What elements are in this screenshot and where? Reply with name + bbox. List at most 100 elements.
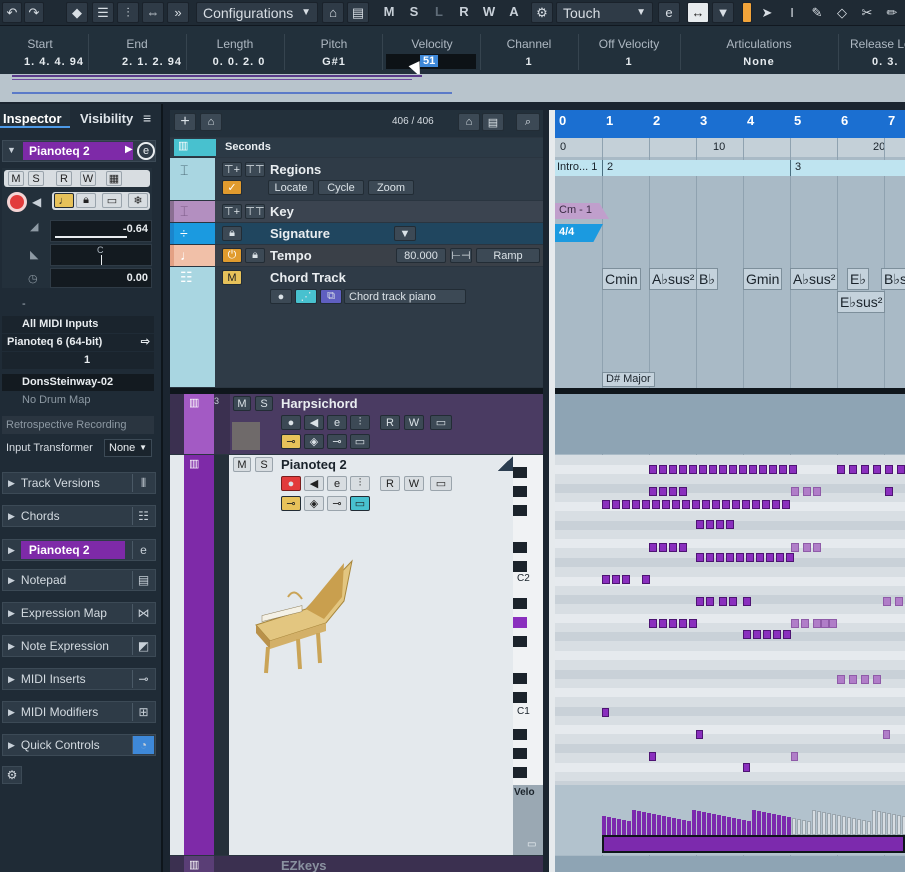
section-midi-inserts[interactable]: ▶ MIDI Inserts ⊸ <box>2 668 156 690</box>
harpsichord-lane[interactable] <box>555 394 905 454</box>
section-notepad[interactable]: ▶ Notepad ▤ <box>2 569 156 591</box>
velocity-bar[interactable] <box>692 810 696 835</box>
velocity-bar[interactable] <box>737 819 741 835</box>
add-marker-range-icon[interactable]: ⊤⊤ <box>245 162 265 177</box>
input-none-row[interactable]: - <box>2 298 154 314</box>
channel-value[interactable]: 1 <box>484 56 574 68</box>
collapse-triangle-icon[interactable]: ▼ <box>7 145 16 155</box>
monitor-icon[interactable]: ◀ <box>304 476 324 491</box>
midi-note[interactable] <box>885 487 893 496</box>
midi-note[interactable] <box>689 619 697 628</box>
midi-note[interactable] <box>706 520 714 529</box>
midi-note[interactable] <box>813 619 821 628</box>
velocity-field[interactable]: 51 <box>386 54 476 69</box>
mute-mode-button[interactable]: M <box>378 4 400 19</box>
chord-event[interactable]: Cmin <box>602 268 641 290</box>
midi-note[interactable] <box>669 487 677 496</box>
midi-note[interactable] <box>669 465 677 474</box>
midi-note[interactable] <box>895 597 903 606</box>
midi-note[interactable] <box>659 487 667 496</box>
list-icon[interactable]: ▭ <box>350 496 370 511</box>
list-icon[interactable]: ▤ <box>482 113 504 131</box>
midi-note[interactable] <box>791 752 798 761</box>
section-chords[interactable]: ▶ Chords ☷ <box>2 505 156 527</box>
piano-keyboard[interactable]: C2 C1 <box>513 455 543 785</box>
midi-note[interactable] <box>801 619 809 628</box>
midi-channel-selector[interactable]: 1 <box>2 352 154 369</box>
midi-note[interactable] <box>612 500 620 509</box>
search-icon[interactable]: ⌕ <box>516 113 540 131</box>
midi-note[interactable] <box>763 630 771 639</box>
midi-note[interactable] <box>706 597 714 606</box>
tab-inspector[interactable]: Inspector <box>0 104 70 128</box>
velocity-bar[interactable] <box>832 814 836 835</box>
automation-mode-dropdown[interactable]: Touch ▼ <box>556 2 653 23</box>
note-icon[interactable]: ♩ <box>54 193 74 208</box>
velocity-bar[interactable] <box>837 815 841 835</box>
midi-note[interactable] <box>762 500 770 509</box>
record-dot-icon[interactable]: ● <box>281 415 301 430</box>
chord-track[interactable]: ☷ M Chord Track ● ⋰ ⧉ Chord track piano <box>170 267 543 387</box>
lane-lock-icon[interactable]: ⊸ <box>281 434 301 449</box>
write-button[interactable]: W <box>404 415 424 430</box>
midi-note[interactable] <box>743 763 750 772</box>
midi-note[interactable] <box>773 630 781 639</box>
key-track[interactable]: ⌶ ⊤+ ⊤⊤ Key <box>170 201 543 222</box>
add-key-icon[interactable]: ⊤+ <box>222 204 242 219</box>
velocity-bar[interactable] <box>787 817 791 835</box>
track-pianoteq[interactable]: ▥ 4 M S Pianoteq 2 ● ◀ e ⫶ R W ▭ ⊸ ◈ ⊸ ▭ <box>170 455 543 855</box>
midi-note[interactable] <box>669 619 677 628</box>
ramp-button[interactable]: Ramp <box>476 248 540 263</box>
midi-note[interactable] <box>622 500 630 509</box>
folder-icon[interactable]: ⌂ <box>200 113 222 131</box>
midi-note[interactable] <box>779 465 787 474</box>
velocity-bar[interactable] <box>622 820 626 835</box>
velocity-bar[interactable] <box>827 813 831 835</box>
midi-note[interactable] <box>821 619 829 628</box>
velocity-bar[interactable] <box>607 817 611 835</box>
midi-note[interactable] <box>736 553 744 562</box>
chord-event[interactable]: B♭s <box>881 268 905 290</box>
velocity-bar[interactable] <box>887 813 891 835</box>
edit-instrument-icon[interactable]: e <box>137 142 155 160</box>
midi-note[interactable] <box>829 619 837 628</box>
midi-note[interactable] <box>652 500 660 509</box>
add-track-icon[interactable]: + <box>174 113 196 131</box>
write-mode-button[interactable]: W <box>478 4 500 19</box>
transpose-icon[interactable]: ⊸ <box>327 496 347 511</box>
midi-note[interactable] <box>752 500 760 509</box>
scale-event[interactable]: D# Major <box>602 372 655 387</box>
velocity-bar[interactable] <box>602 816 606 835</box>
retrospective-recording[interactable]: Retrospective Recording <box>2 416 154 434</box>
constrain-icon[interactable]: ◈ <box>304 434 324 449</box>
tempo-track[interactable]: ♩ ⏻ 🔒︎ Tempo 80.000 ⊢⊣ Ramp <box>170 245 543 266</box>
midi-note[interactable] <box>759 465 767 474</box>
midi-note[interactable] <box>612 575 620 584</box>
velocity-bar[interactable] <box>617 819 621 835</box>
midi-note[interactable] <box>622 575 630 584</box>
automation-icon[interactable]: ⚙ <box>531 2 553 23</box>
midi-note[interactable] <box>769 465 777 474</box>
velocity-bar[interactable] <box>812 810 816 835</box>
section-quick-controls[interactable]: ▶ Quick Controls ◔ <box>2 734 156 756</box>
midi-note[interactable] <box>743 630 751 639</box>
midi-note[interactable] <box>883 597 891 606</box>
glue-tool-icon[interactable]: ✏ <box>881 2 903 23</box>
midi-note[interactable] <box>746 553 754 562</box>
midi-note[interactable] <box>837 465 845 474</box>
marker-2[interactable]: 2 <box>607 161 613 173</box>
midi-input-selector[interactable]: All MIDI Inputs <box>2 316 154 333</box>
fast-forward-icon[interactable]: » <box>167 2 189 23</box>
midi-note[interactable] <box>726 553 734 562</box>
midi-note[interactable] <box>772 500 780 509</box>
chord-event[interactable]: A♭sus² <box>790 268 839 290</box>
velocity-bar[interactable] <box>707 813 711 835</box>
velocity-bar[interactable] <box>627 821 631 835</box>
velocity-bar[interactable] <box>747 821 751 835</box>
midi-note[interactable] <box>602 575 610 584</box>
start-value[interactable]: 1. 4. 4. 94 <box>0 56 108 68</box>
tab-visibility[interactable]: Visibility <box>76 104 136 128</box>
midi-note[interactable] <box>642 575 650 584</box>
write-button[interactable]: W <box>404 476 424 491</box>
midi-note[interactable] <box>602 708 609 717</box>
